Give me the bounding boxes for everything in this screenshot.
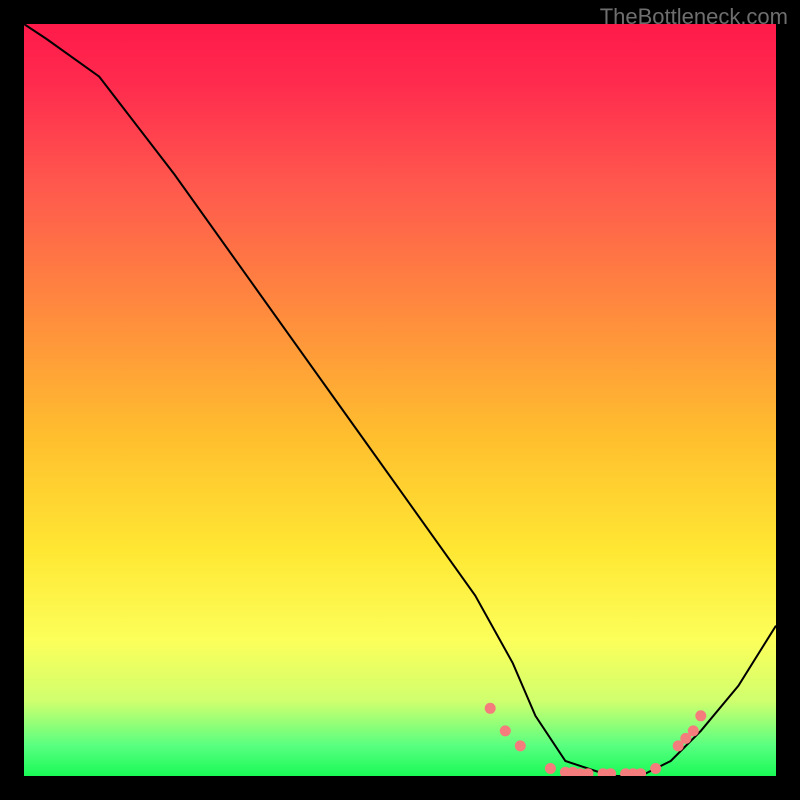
marker-point (695, 710, 706, 721)
chart-svg (24, 24, 776, 776)
marker-point (635, 768, 646, 776)
attribution-text: TheBottleneck.com (600, 4, 788, 30)
curve-line (24, 24, 776, 776)
marker-point (688, 725, 699, 736)
markers-group (485, 703, 707, 776)
marker-point (545, 763, 556, 774)
plot-area (24, 24, 776, 776)
marker-point (500, 725, 511, 736)
marker-point (485, 703, 496, 714)
marker-point (605, 768, 616, 776)
marker-point (515, 740, 526, 751)
marker-point (650, 763, 661, 774)
